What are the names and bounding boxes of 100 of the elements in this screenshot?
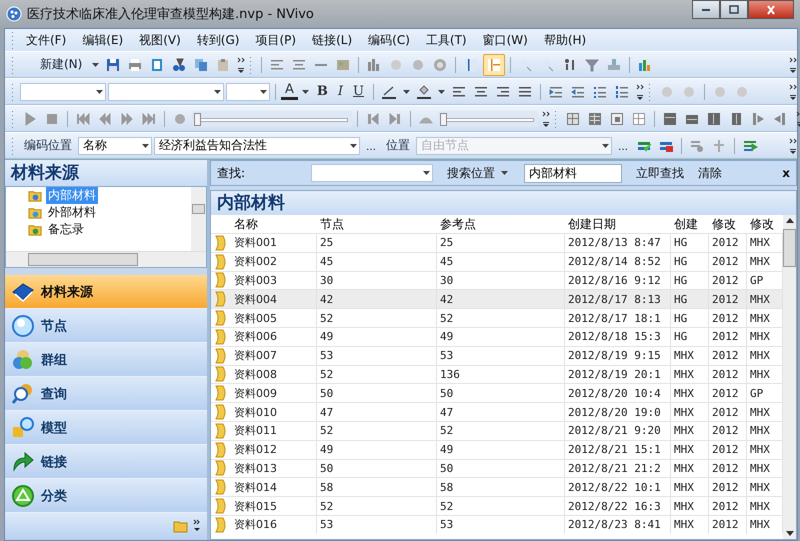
scrollbar[interactable] xyxy=(783,215,796,539)
column-header[interactable]: 创建 xyxy=(671,215,709,233)
column-header[interactable]: 名称 xyxy=(231,215,317,233)
table-row[interactable]: 资料007 53 53 2012/8/19 9:15 MHX 2012 MHX xyxy=(211,346,783,365)
close-icon xyxy=(765,4,777,14)
table-cell: 资料006 xyxy=(231,328,317,346)
table-cell: 2012/8/20 10:4 xyxy=(565,384,671,402)
italic-button[interactable]: I xyxy=(334,84,348,99)
dropdown-arrow-icon[interactable] xyxy=(260,90,267,94)
chevron-icon[interactable] xyxy=(193,518,201,534)
table-row[interactable]: 资料013 50 50 2012/8/21 21:2 MHX 2012 MHX xyxy=(211,458,783,478)
toolbar-overflow-icon[interactable] xyxy=(237,54,246,74)
find-field[interactable] xyxy=(311,164,433,182)
font-size-field[interactable] xyxy=(226,82,270,100)
table-row[interactable]: 资料014 58 58 2012/8/22 10:1 MHX 2012 MHX xyxy=(211,477,783,496)
dropdown-arrow-icon[interactable] xyxy=(438,90,446,94)
menu-item[interactable]: 编码(C) xyxy=(360,32,418,48)
table-cell: 2012/8/21 21:2 xyxy=(565,460,671,478)
dropdown-arrow-icon[interactable] xyxy=(501,171,508,175)
menu-item[interactable]: 窗口(W) xyxy=(474,32,536,48)
code-at-node-field[interactable]: 经济利益告知合法性 xyxy=(154,136,360,154)
font-name-field[interactable] xyxy=(20,82,106,100)
scroll-up-icon[interactable] xyxy=(786,218,794,223)
column-header[interactable]: 参考点 xyxy=(437,215,565,233)
table-row[interactable]: 资料011 52 52 2012/8/21 9:20 MHX 2012 MHX xyxy=(211,420,783,440)
scrollbar[interactable] xyxy=(191,187,206,251)
font-color-button[interactable]: A xyxy=(281,83,298,100)
slider-thumb[interactable] xyxy=(440,112,447,126)
scrollbar[interactable] xyxy=(6,251,206,267)
table-cell: 52 xyxy=(317,309,437,327)
table-row[interactable]: 资料010 47 47 2012/8/20 19:0 MHX 2012 MHX xyxy=(211,402,783,421)
navigation-button[interactable]: 群组 xyxy=(5,343,207,377)
navigation-button[interactable]: 模型 xyxy=(5,411,207,445)
menu-item[interactable]: 编辑(E) xyxy=(74,32,132,48)
navigation-button[interactable]: 节点 xyxy=(5,309,207,343)
media-slider[interactable] xyxy=(438,110,538,126)
menu-item[interactable]: 帮助(H) xyxy=(536,32,594,48)
clear-button[interactable]: 清除 xyxy=(698,164,722,182)
search-scope-field[interactable]: 内部材料 xyxy=(524,164,622,182)
column-header[interactable]: 创建日期 xyxy=(565,215,671,233)
navigation-button[interactable]: 材料来源 xyxy=(5,275,207,309)
media-slider[interactable] xyxy=(192,110,352,126)
menu-item[interactable]: 视图(V) xyxy=(131,32,189,48)
maximize-button[interactable] xyxy=(720,0,748,19)
menu-item[interactable]: 项目(P) xyxy=(247,32,304,48)
table-row[interactable]: 资料001 25 25 2012/8/13 8:47 HG 2012 MHX xyxy=(211,233,783,252)
search-in-button[interactable]: 搜索位置 xyxy=(447,164,510,182)
underline-button[interactable]: U xyxy=(349,84,368,99)
menu-item[interactable]: 工具(T) xyxy=(418,32,475,48)
dropdown-arrow-icon[interactable] xyxy=(96,90,103,94)
column-header[interactable]: 修改 xyxy=(709,215,747,233)
dropdown-arrow-icon[interactable] xyxy=(302,90,309,94)
toolbar-overflow-icon[interactable] xyxy=(636,82,644,102)
table-cell: 25 xyxy=(437,234,565,252)
document-icon xyxy=(214,272,228,288)
slider-thumb[interactable] xyxy=(194,112,201,126)
font-style-field[interactable] xyxy=(108,82,224,100)
table-row[interactable]: 资料006 49 49 2012/8/18 15:3 HG 2012 MHX xyxy=(211,326,783,346)
toolbar-overflow-icon[interactable] xyxy=(789,54,797,74)
toolbar-overflow-icon[interactable] xyxy=(789,136,797,156)
table-row[interactable]: 资料016 53 53 2012/8/23 8:41 MHX 2012 MHX xyxy=(211,514,783,534)
tree-item[interactable]: 外部材料 xyxy=(46,204,98,221)
column-header[interactable]: 节点 xyxy=(317,215,437,233)
minimize-button[interactable] xyxy=(692,0,720,19)
toolbar-overflow-icon[interactable] xyxy=(789,82,797,102)
browse-button[interactable]: ... xyxy=(614,138,632,152)
scrollbar-thumb[interactable] xyxy=(783,229,796,267)
scrollbar-thumb[interactable] xyxy=(28,253,138,266)
table-row[interactable]: 资料005 52 52 2012/8/17 18:1 HG 2012 MHX xyxy=(211,308,783,327)
dropdown-arrow-icon[interactable] xyxy=(214,90,221,94)
menu-item[interactable]: 转到(G) xyxy=(188,32,248,48)
dropdown-arrow-icon[interactable] xyxy=(92,62,100,66)
close-button[interactable] xyxy=(748,0,794,19)
code-at-kind-field[interactable]: 名称 xyxy=(78,136,152,154)
scroll-down-icon[interactable] xyxy=(786,531,794,536)
navigation-button[interactable]: 链接 xyxy=(5,445,207,479)
column-header[interactable]: 修改 xyxy=(747,215,783,233)
dropdown-arrow-icon[interactable] xyxy=(403,90,410,94)
bold-button[interactable]: B xyxy=(312,84,332,99)
table-row[interactable]: 资料012 49 49 2012/8/21 15:1 MHX 2012 MHX xyxy=(211,440,783,459)
scrollbar-thumb[interactable] xyxy=(192,204,205,214)
tree-item[interactable]: 备忘录 xyxy=(46,221,86,238)
table-row[interactable]: 资料004 42 42 2012/8/17 8:13 HG 2012 MHX xyxy=(211,289,783,308)
dropdown-arrow-icon[interactable] xyxy=(142,144,149,148)
new-button[interactable]: 新建(N) xyxy=(20,56,88,73)
menu-item[interactable]: 文件(F) xyxy=(18,32,74,48)
table-row[interactable]: 资料008 52 136 2012/8/19 20:1 MHX 2012 MHX xyxy=(211,364,783,384)
close-find-bar-button[interactable]: x xyxy=(782,166,790,180)
table-row[interactable]: 资料009 50 50 2012/8/20 10:4 MHX 2012 GP xyxy=(211,383,783,402)
find-now-button[interactable]: 立即查找 xyxy=(636,164,684,182)
browse-button[interactable]: ... xyxy=(362,138,380,152)
dropdown-arrow-icon[interactable] xyxy=(423,171,430,175)
toolbar-overflow-icon[interactable] xyxy=(542,108,550,128)
dropdown-arrow-icon[interactable] xyxy=(350,144,357,148)
navigation-button[interactable]: 查询 xyxy=(5,377,207,411)
navigation-button[interactable]: 分类 xyxy=(5,479,207,513)
menu-item[interactable]: 链接(L) xyxy=(304,32,360,48)
table-row[interactable]: 资料002 45 45 2012/8/14 8:52 HG 2012 MHX xyxy=(211,252,783,271)
document-icon xyxy=(214,404,228,420)
table-row[interactable]: 资料015 52 52 2012/8/22 16:3 MHX 2012 MHX xyxy=(211,496,783,515)
